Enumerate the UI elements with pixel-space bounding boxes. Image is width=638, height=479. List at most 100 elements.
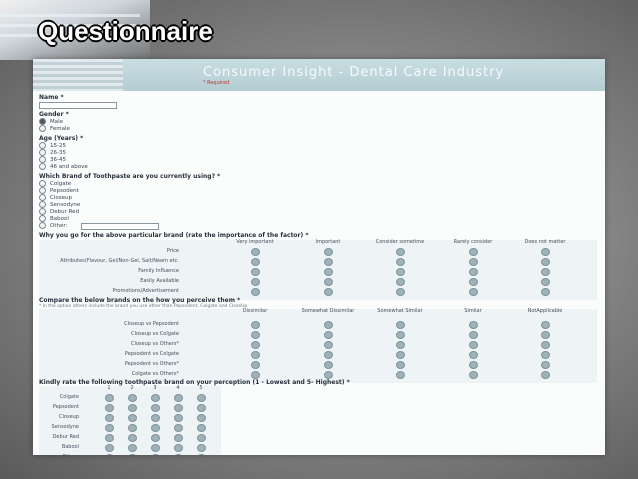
rating-radio[interactable] [197,394,206,402]
compare-radio[interactable] [396,371,405,379]
compare-radio[interactable] [469,361,478,369]
brand-option[interactable]: Other: [39,222,67,229]
rating-radio[interactable] [128,424,137,432]
compare-radio[interactable] [251,321,260,329]
rating-radio[interactable] [151,414,160,422]
radio-button[interactable] [39,118,46,125]
compare-radio[interactable] [324,331,333,339]
brand-option[interactable]: Sensodyne [39,201,80,208]
compare-radio[interactable] [469,371,478,379]
rating-radio[interactable] [128,454,137,455]
rating-radio[interactable] [128,414,137,422]
compare-radio[interactable] [469,351,478,359]
rating-radio[interactable] [151,404,160,412]
rating-radio[interactable] [197,434,206,442]
compare-radio[interactable] [541,351,550,359]
rating-radio[interactable] [197,454,206,455]
compare-radio[interactable] [396,341,405,349]
importance-radio[interactable] [251,278,260,286]
importance-radio[interactable] [541,288,550,296]
age-option[interactable]: 15-25 [39,142,66,149]
radio-button[interactable] [39,194,46,201]
rating-radio[interactable] [105,424,114,432]
rating-radio[interactable] [128,404,137,412]
importance-radio[interactable] [541,268,550,276]
rating-radio[interactable] [174,404,183,412]
rating-radio[interactable] [105,414,114,422]
compare-radio[interactable] [251,331,260,339]
rating-radio[interactable] [151,424,160,432]
compare-radio[interactable] [541,331,550,339]
rating-radio[interactable] [105,434,114,442]
brand-option[interactable]: Closeup [39,194,72,201]
importance-radio[interactable] [396,248,405,256]
compare-radio[interactable] [396,351,405,359]
importance-radio[interactable] [251,268,260,276]
importance-radio[interactable] [251,258,260,266]
compare-radio[interactable] [469,321,478,329]
compare-radio[interactable] [251,361,260,369]
gender-option[interactable]: Male [39,118,63,125]
radio-button[interactable] [39,125,46,132]
rating-radio[interactable] [105,394,114,402]
brand-option[interactable]: Babool [39,215,69,222]
importance-radio[interactable] [469,278,478,286]
age-option[interactable]: 36-45 [39,156,66,163]
radio-button[interactable] [39,163,46,170]
rating-radio[interactable] [128,444,137,452]
importance-radio[interactable] [469,248,478,256]
importance-radio[interactable] [396,288,405,296]
name-input[interactable] [39,102,117,109]
rating-radio[interactable] [197,404,206,412]
rating-radio[interactable] [105,454,114,455]
radio-button[interactable] [39,222,46,229]
rating-radio[interactable] [105,404,114,412]
radio-button[interactable] [39,215,46,222]
compare-radio[interactable] [324,361,333,369]
radio-button[interactable] [39,208,46,215]
compare-radio[interactable] [541,321,550,329]
radio-button[interactable] [39,156,46,163]
compare-radio[interactable] [469,331,478,339]
importance-radio[interactable] [541,248,550,256]
compare-radio[interactable] [396,361,405,369]
compare-radio[interactable] [324,321,333,329]
radio-button[interactable] [39,142,46,149]
rating-radio[interactable] [151,454,160,455]
radio-button[interactable] [39,201,46,208]
importance-radio[interactable] [469,288,478,296]
rating-radio[interactable] [174,434,183,442]
rating-radio[interactable] [128,394,137,402]
gender-option[interactable]: Female [39,125,70,132]
brand-option[interactable]: Pepsodent [39,187,79,194]
rating-radio[interactable] [151,394,160,402]
rating-radio[interactable] [174,444,183,452]
brand-option[interactable]: Debur Red [39,208,79,215]
importance-radio[interactable] [251,288,260,296]
rating-radio[interactable] [197,444,206,452]
importance-radio[interactable] [541,278,550,286]
compare-radio[interactable] [251,351,260,359]
rating-radio[interactable] [174,394,183,402]
importance-radio[interactable] [396,258,405,266]
importance-radio[interactable] [324,248,333,256]
radio-button[interactable] [39,180,46,187]
compare-radio[interactable] [541,371,550,379]
compare-radio[interactable] [541,361,550,369]
rating-radio[interactable] [174,414,183,422]
importance-radio[interactable] [324,288,333,296]
compare-radio[interactable] [324,341,333,349]
compare-radio[interactable] [396,321,405,329]
rating-radio[interactable] [128,434,137,442]
importance-radio[interactable] [396,268,405,276]
rating-radio[interactable] [197,424,206,432]
importance-radio[interactable] [541,258,550,266]
importance-radio[interactable] [396,278,405,286]
brand-option[interactable]: Colgate [39,180,71,187]
importance-radio[interactable] [251,248,260,256]
brand-other-input[interactable] [81,223,159,230]
radio-button[interactable] [39,187,46,194]
compare-radio[interactable] [396,331,405,339]
rating-radio[interactable] [174,424,183,432]
compare-radio[interactable] [251,371,260,379]
